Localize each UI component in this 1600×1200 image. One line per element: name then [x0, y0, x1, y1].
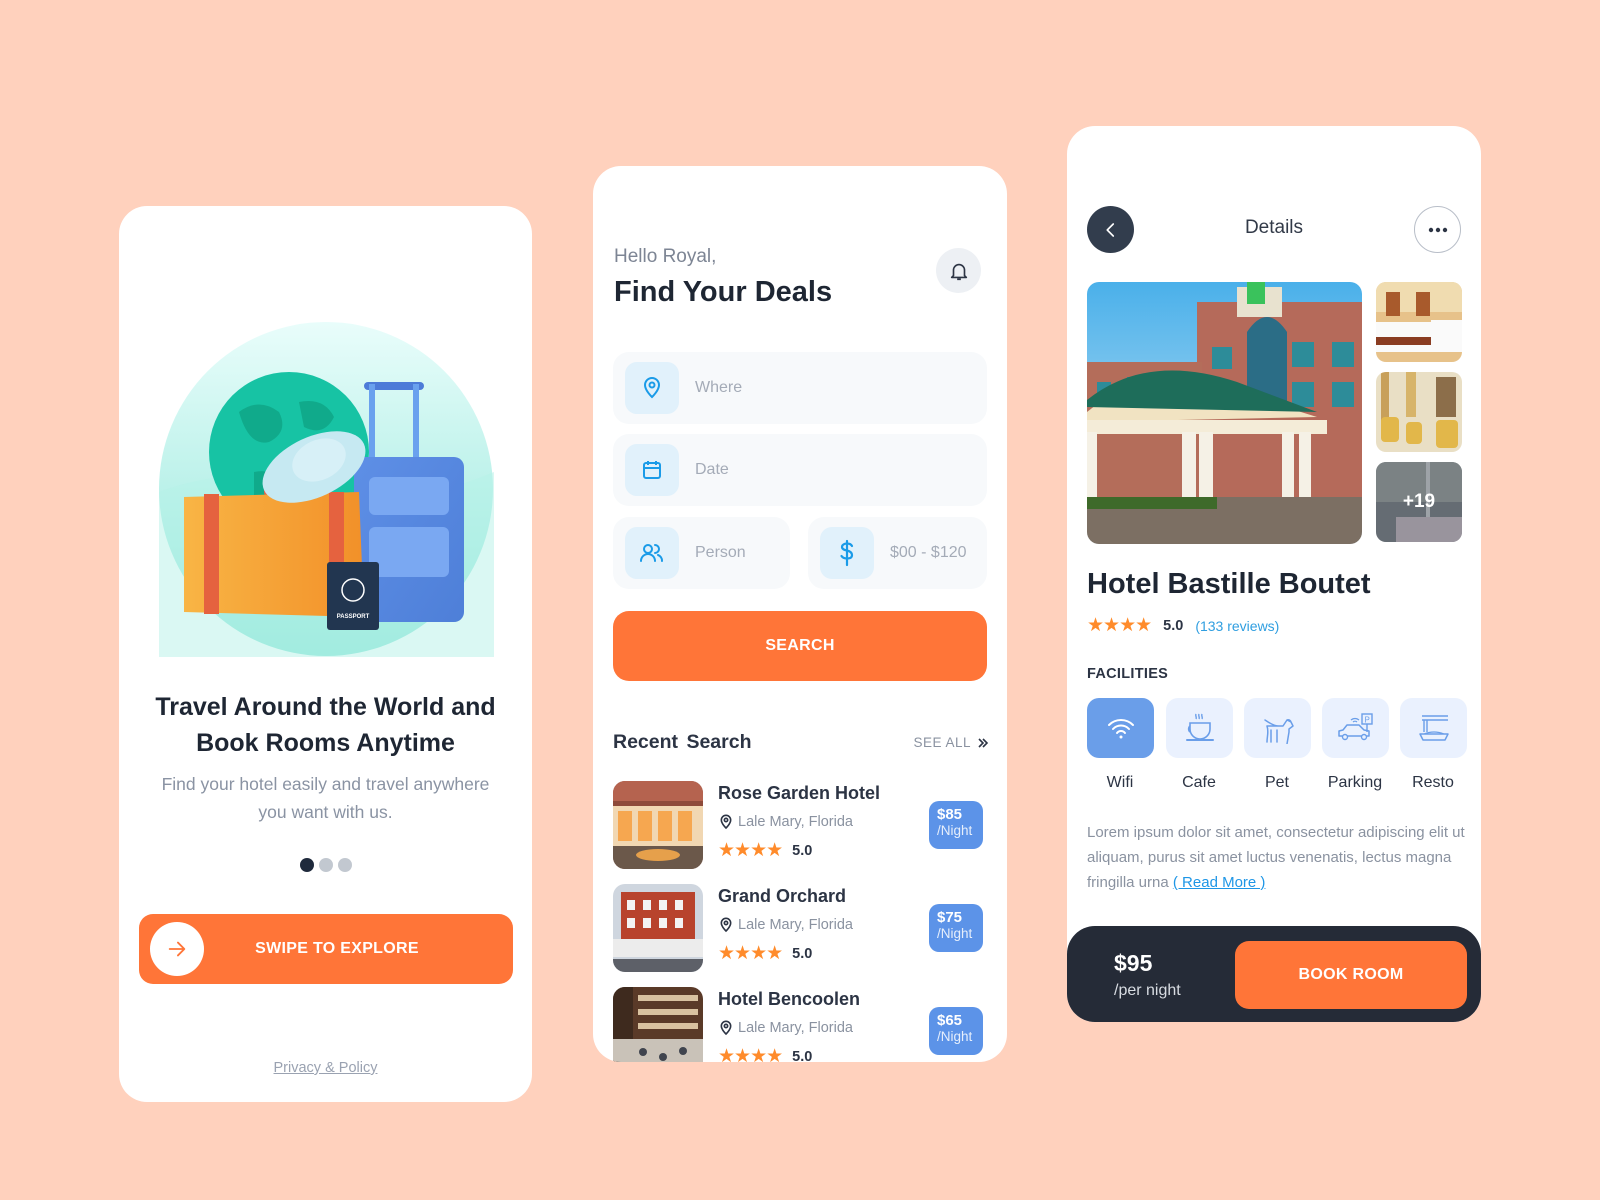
price-unit: /per night: [1114, 982, 1181, 999]
facility-parking[interactable]: P: [1322, 698, 1389, 758]
search-button[interactable]: SEARCH: [613, 611, 987, 681]
star-rating: ★★★★: [718, 840, 783, 861]
booking-bar: $95 /per night BOOK ROOM: [1067, 926, 1481, 1022]
price-placeholder: $00 - $120: [890, 544, 967, 561]
bell-icon: [950, 263, 967, 280]
hotel-room-photo[interactable]: [1376, 282, 1462, 362]
hotel-name: Hotel Bencoolen: [718, 989, 861, 1009]
hotel-description: Lorem ipsum dolor sit amet, consectetur …: [1087, 824, 1465, 891]
page-dot-1[interactable]: [299, 858, 314, 872]
page-dot-3[interactable]: [337, 858, 352, 872]
facility-label: Resto: [1412, 774, 1454, 791]
dollar-icon: [840, 539, 854, 567]
map-pin-icon: [720, 917, 732, 933]
where-placeholder: Where: [695, 379, 743, 396]
hotel-list-item[interactable]: Hotel Bencoolen Lale Mary, Florida ★★★★ …: [613, 987, 987, 1062]
hotel-title: Hotel Bastille Boutet: [1087, 568, 1371, 600]
more-horizontal-icon: [1428, 227, 1447, 232]
facility-label: Parking: [1327, 774, 1383, 791]
price-badge: $75 /Night: [929, 904, 983, 952]
reviews-link[interactable]: (133 reviews): [1195, 618, 1279, 634]
map-pin-icon: [720, 814, 732, 830]
car-parking-icon: P: [1337, 713, 1373, 741]
hotel-thumbnail: [613, 884, 703, 972]
facility-wifi[interactable]: [1087, 698, 1154, 758]
greeting: Hello Royal,: [614, 246, 717, 267]
swipe-to-explore-button[interactable]: SWIPE TO EXPLORE: [139, 914, 513, 984]
facility-pet[interactable]: [1244, 698, 1311, 758]
hotel-location: Lale Mary, Florida: [718, 1020, 853, 1036]
more-options-button[interactable]: [1414, 206, 1461, 253]
hotel-thumbnail: [613, 781, 703, 869]
star-rating: ★★★★: [718, 1046, 783, 1062]
details-screen: Details +19 Hotel Bastille Boutet ★★★★ 5…: [1067, 126, 1481, 1022]
read-more-link[interactable]: ( Read More ): [1173, 874, 1266, 891]
travel-illustration: PASSPORT: [159, 322, 494, 657]
hotel-rating: ★★★★ 5.0: [718, 1045, 812, 1062]
onboarding-title: Travel Around the World and Book Rooms A…: [155, 693, 496, 757]
more-photos-count: +19: [1376, 462, 1462, 542]
facility-resto[interactable]: [1400, 698, 1467, 758]
person-field[interactable]: Person: [613, 517, 790, 589]
users-icon: [640, 544, 663, 562]
facility-label: Cafe: [1182, 774, 1216, 791]
price-amount: $95: [1114, 950, 1153, 976]
see-all-link[interactable]: SEE ALL: [913, 735, 989, 750]
price-badge: $85 /Night: [929, 801, 983, 849]
hotel-list-item[interactable]: Grand Orchard Lale Mary, Florida ★★★★ 5.…: [613, 884, 987, 974]
more-photos-button[interactable]: +19: [1376, 462, 1462, 542]
facility-label: Wifi: [1106, 774, 1134, 791]
passport-label: PASSPORT: [337, 614, 370, 620]
calendar-icon: [643, 461, 661, 479]
facilities-label: FACILITIES: [1087, 666, 1169, 682]
double-chevron-right-icon: [978, 737, 989, 748]
svg-text:P: P: [1364, 716, 1369, 725]
hotel-rating: ★★★★ 5.0 (133 reviews): [1087, 615, 1280, 636]
hotel-rating: ★★★★ 5.0: [718, 943, 813, 964]
star-rating: ★★★★: [718, 943, 783, 964]
facility-label: Pet: [1264, 774, 1289, 791]
map-pin-icon: [720, 1020, 732, 1036]
hotel-name: Grand Orchard: [718, 886, 847, 906]
dog-icon: [1263, 719, 1294, 744]
coffee-cup-icon: [1185, 713, 1214, 741]
arrow-right-icon: [168, 941, 186, 957]
onboarding-screen: PASSPORT Travel Around the World and Boo…: [119, 206, 532, 1102]
privacy-policy-link[interactable]: Privacy & Policy: [119, 1060, 532, 1076]
book-room-button[interactable]: BOOK ROOM: [1235, 941, 1467, 1009]
where-field[interactable]: Where: [613, 352, 987, 424]
page-title: Find Your Deals: [614, 276, 833, 308]
hotel-list-item[interactable]: Rose Garden Hotel Lale Mary, Florida ★★★…: [613, 781, 987, 871]
hotel-thumbnail: [613, 987, 703, 1062]
hotel-lobby-photo[interactable]: [1376, 372, 1462, 452]
noodles-icon: [1418, 715, 1449, 741]
date-field[interactable]: Date: [613, 434, 987, 506]
recent-search-title: Recent Search: [613, 731, 752, 753]
hotel-main-photo[interactable]: [1087, 282, 1362, 544]
hotel-location: Lale Mary, Florida: [718, 917, 853, 933]
person-placeholder: Person: [695, 544, 746, 561]
date-placeholder: Date: [695, 461, 729, 478]
hotel-location: Lale Mary, Florida: [718, 814, 853, 830]
hotel-rating: ★★★★ 5.0: [718, 840, 813, 861]
price-range-field[interactable]: $00 - $120: [808, 517, 987, 589]
star-rating: ★★★★: [1087, 615, 1152, 636]
price-badge: $65 /Night: [929, 1007, 983, 1055]
onboarding-subtitle: Find your hotel easily and travel anywhe…: [161, 774, 490, 822]
notification-button[interactable]: [936, 248, 981, 293]
see-all-label: SEE ALL: [913, 735, 971, 750]
search-screen: Hello Royal, Find Your Deals Where Date …: [593, 166, 1007, 1062]
pagination-dots: [119, 858, 532, 872]
facility-cafe[interactable]: [1166, 698, 1233, 758]
hotel-name: Rose Garden Hotel: [718, 783, 881, 803]
swipe-handle[interactable]: [150, 922, 204, 976]
map-pin-icon: [643, 377, 661, 399]
page-dot-2[interactable]: [318, 858, 333, 872]
wifi-icon: [1107, 719, 1134, 739]
